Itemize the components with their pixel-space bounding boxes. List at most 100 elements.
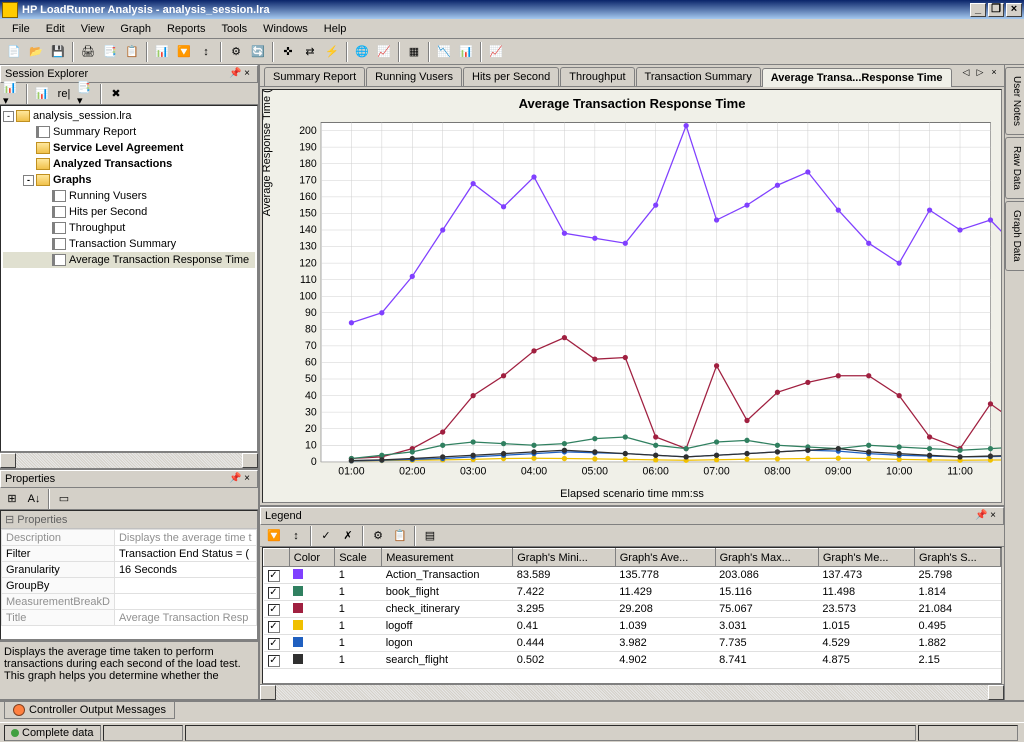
open-button[interactable]: 📂 [26,42,46,62]
legend-row[interactable]: ✓ 1Action_Transaction83.589135.778203.08… [264,567,1001,584]
export-button[interactable]: 📑 [100,42,120,62]
tree-item[interactable]: Running Vusers [3,188,255,204]
legend-column-header[interactable]: Graph's Ave... [615,549,715,567]
tab-prev-icon[interactable]: ◁ [960,67,972,79]
legend-column-header[interactable]: Graph's Mini... [513,549,615,567]
legend-checkbox[interactable]: ✓ [268,604,280,616]
html-button[interactable]: 🌐 [352,42,372,62]
chart2-button[interactable]: 📊 [456,42,476,62]
tree-hscroll[interactable] [0,452,258,468]
menu-help[interactable]: Help [316,21,355,37]
scroll-right-button[interactable] [242,453,258,468]
close-icon[interactable]: × [241,68,253,80]
legend-checkbox[interactable]: ✓ [268,655,280,667]
close-icon[interactable]: × [987,510,999,522]
side-tab-user-notes[interactable]: User Notes [1005,67,1024,135]
se-add-icon[interactable]: 📊▾ [2,84,22,104]
scroll-right-button[interactable] [988,685,1004,700]
session-tree[interactable]: -analysis_session.lraSummary ReportServi… [0,105,258,452]
legend-column-header[interactable]: Measurement [382,549,513,567]
tree-item[interactable]: Summary Report [3,124,255,140]
leg-filter-icon[interactable]: 🔽 [264,526,284,546]
copy-button[interactable]: 📋 [122,42,142,62]
se-del-icon[interactable]: ✖ [106,84,126,104]
save-button[interactable]: 💾 [48,42,68,62]
legend-checkbox[interactable]: ✓ [268,621,280,633]
side-tab-graph-data[interactable]: Graph Data [1005,201,1024,271]
legend-column-header[interactable] [264,549,290,567]
leg-hide-icon[interactable]: ✗ [338,526,358,546]
se-dup-icon[interactable]: 📑▾ [76,84,96,104]
leg-copy-icon[interactable]: 📋 [390,526,410,546]
graph-tab[interactable]: Summary Report [264,67,365,86]
legend-row[interactable]: ✓ 1search_flight0.5024.9028.7414.8752.15 [264,652,1001,669]
tree-item[interactable]: Hits per Second [3,204,255,220]
graph-tab[interactable]: Average Transa...Response Time [762,68,952,87]
sort-button[interactable]: ↕ [196,42,216,62]
chart1-button[interactable]: 📉 [434,42,454,62]
cross-button[interactable]: ✜ [278,42,298,62]
new-button[interactable]: 📄 [4,42,24,62]
leg-cols-icon[interactable]: ▤ [420,526,440,546]
leg-show-icon[interactable]: ✓ [316,526,336,546]
prop-az-icon[interactable]: A↓ [24,489,44,509]
config-button[interactable]: ⚙ [226,42,246,62]
close-window-button[interactable]: × [1006,3,1022,17]
graph-tab[interactable]: Hits per Second [463,67,559,86]
scroll-left-button[interactable] [0,453,16,468]
pin-icon[interactable]: 📌 [975,510,987,522]
legend-row[interactable]: ✓ 1book_flight7.42211.42915.11611.4981.8… [264,584,1001,601]
legend-hscroll[interactable] [260,684,1004,700]
legend-column-header[interactable]: Graph's Max... [715,549,818,567]
menu-edit[interactable]: Edit [38,21,73,37]
menu-reports[interactable]: Reports [159,21,214,37]
graph-tab[interactable]: Throughput [560,67,634,86]
tree-item[interactable]: -Graphs [3,172,255,188]
tab-next-icon[interactable]: ▷ [974,67,986,79]
legend-row[interactable]: ✓ 1check_itinerary3.29529.20875.06723.57… [264,601,1001,618]
legend-checkbox[interactable]: ✓ [268,638,280,650]
leg-sort-icon[interactable]: ↕ [286,526,306,546]
tree-item[interactable]: Service Level Agreement [3,140,255,156]
refresh-button[interactable]: 🔄 [248,42,268,62]
tree-item[interactable]: Transaction Summary [3,236,255,252]
se-rename-icon[interactable]: re| [54,84,74,104]
menu-tools[interactable]: Tools [213,21,255,37]
print-button[interactable]: 🖨 [78,42,98,62]
graph-tab[interactable]: Running Vusers [366,67,462,86]
merge-button[interactable]: ⇄ [300,42,320,62]
tree-item[interactable]: Analyzed Transactions [3,156,255,172]
menu-graph[interactable]: Graph [112,21,159,37]
pin-icon[interactable]: 📌 [229,68,241,80]
filter-button[interactable]: 🔽 [174,42,194,62]
tree-root[interactable]: -analysis_session.lra [3,108,255,124]
close-icon[interactable]: × [241,473,253,485]
graph-tab[interactable]: Transaction Summary [636,67,761,86]
se-bars-icon[interactable]: 📊 [32,84,52,104]
tab-close-icon[interactable]: × [988,67,1000,79]
legend-column-header[interactable]: Color [289,549,334,567]
menu-windows[interactable]: Windows [255,21,316,37]
legend-row[interactable]: ✓ 1logoff0.411.0393.0311.0150.495 [264,618,1001,635]
add-graph-button[interactable]: 📊 [152,42,172,62]
minimize-button[interactable]: _ [970,3,986,17]
tile-button[interactable]: ▦ [404,42,424,62]
chart3-button[interactable]: 📈 [486,42,506,62]
restore-button[interactable]: ❐ [988,3,1004,17]
auto-button[interactable]: ⚡ [322,42,342,62]
legend-column-header[interactable]: Scale [335,549,382,567]
side-tab-raw-data[interactable]: Raw Data [1005,137,1024,199]
prop-pg-icon[interactable]: ▭ [54,489,74,509]
controller-output-tab[interactable]: Controller Output Messages [4,702,175,719]
legend-row[interactable]: ✓ 1logon0.4443.9827.7354.5291.882 [264,635,1001,652]
menu-file[interactable]: File [4,21,38,37]
chart-svg[interactable]: 0102030405060708090100110120130140150160… [263,117,1001,499]
tree-item[interactable]: Average Transaction Response Time [3,252,255,268]
pin-icon[interactable]: 📌 [229,473,241,485]
legend-column-header[interactable]: Graph's S... [914,549,1000,567]
legend-checkbox[interactable]: ✓ [268,570,280,582]
prop-cat-icon[interactable]: ⊞ [2,489,22,509]
menu-view[interactable]: View [73,21,113,37]
tree-item[interactable]: Throughput [3,220,255,236]
legend-checkbox[interactable]: ✓ [268,587,280,599]
